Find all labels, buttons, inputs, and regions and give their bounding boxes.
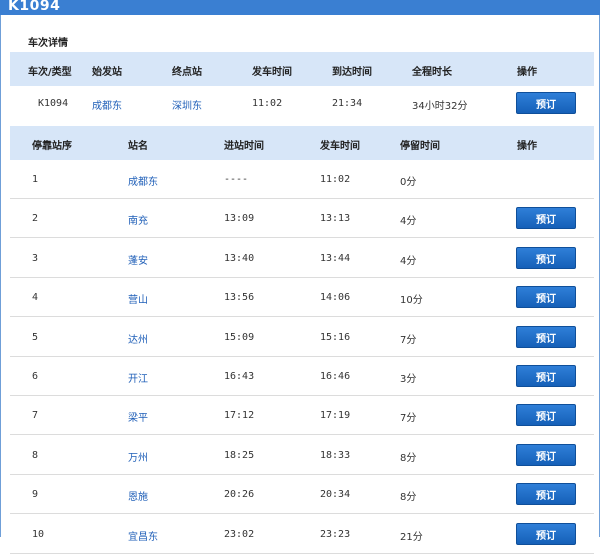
arrive-time: 13:40 [224, 253, 255, 264]
arrive-time: 17:12 [224, 410, 255, 421]
destination-link[interactable]: 深圳东 [172, 97, 202, 112]
stop-seq: 4 [32, 292, 39, 303]
stop-seq: 2 [32, 213, 39, 224]
book-button[interactable]: 预订 [516, 523, 576, 545]
stop-row: 10 宜昌东 23:02 23:23 21分 预订 [10, 515, 594, 554]
stop-seq: 6 [32, 371, 39, 382]
col-train-type: 车次/类型 [28, 67, 72, 78]
col-duration: 全程时长 [412, 67, 452, 78]
col-depart-time: 发车时间 [252, 67, 292, 78]
station-link[interactable]: 恩施 [128, 488, 148, 503]
col-action: 操作 [517, 67, 537, 78]
depart-time: 13:44 [320, 253, 351, 264]
depart-time: 17:19 [320, 410, 351, 421]
stop-seq: 5 [32, 332, 39, 343]
stay-time: 7分 [400, 335, 417, 346]
stay-time: 4分 [400, 256, 417, 267]
col-arrive: 进站时间 [224, 141, 264, 152]
duration: 34小时32分 [412, 101, 468, 112]
depart-time: 14:06 [320, 292, 351, 303]
stay-time: 21分 [400, 532, 423, 543]
station-link[interactable]: 开江 [128, 370, 148, 385]
stop-row: 8 万州 18:25 18:33 8分 预订 [10, 436, 594, 475]
col-stop-seq: 停靠站序 [32, 141, 72, 152]
arrive-time: 13:09 [224, 213, 255, 224]
arrive-time: 21:34 [332, 98, 363, 109]
stop-seq: 10 [32, 529, 45, 540]
stop-row: 2 南充 13:09 13:13 4分 预订 [10, 199, 594, 238]
arrive-time: 15:09 [224, 332, 255, 343]
book-button[interactable]: 预订 [516, 483, 576, 505]
stay-time: 8分 [400, 453, 417, 464]
stop-row: 1 成都东 ---- 11:02 0分 [10, 160, 594, 199]
station-link[interactable]: 达州 [128, 331, 148, 346]
arrive-time: 23:02 [224, 529, 255, 540]
book-button[interactable]: 预订 [516, 404, 576, 426]
col-stop-action: 操作 [517, 141, 537, 152]
arrive-time: 20:26 [224, 489, 255, 500]
depart-time: 20:34 [320, 489, 351, 500]
station-link[interactable]: 南充 [128, 212, 148, 227]
stop-seq: 8 [32, 450, 39, 461]
depart-time: 18:33 [320, 450, 351, 461]
depart-time: 23:23 [320, 529, 351, 540]
station-link[interactable]: 宜昌东 [128, 528, 158, 543]
stop-row: 3 蓬安 13:40 13:44 4分 预订 [10, 239, 594, 278]
stop-row: 7 梁平 17:12 17:19 7分 预订 [10, 396, 594, 435]
col-origin: 始发站 [92, 67, 122, 78]
station-link[interactable]: 梁平 [128, 409, 148, 424]
stop-row: 6 开江 16:43 16:46 3分 预订 [10, 357, 594, 396]
details-header: 车次/类型 始发站 终点站 发车时间 到达时间 全程时长 操作 [10, 52, 594, 86]
stay-time: 4分 [400, 216, 417, 227]
depart-time: 11:02 [252, 98, 283, 109]
train-number-title: K1094 [8, 0, 61, 14]
title-bar: K1094 [0, 0, 600, 15]
details-row: K1094 成都东 深圳东 11:02 21:34 34小时32分 预订 [10, 86, 594, 120]
book-button[interactable]: 预订 [516, 92, 576, 114]
stop-seq: 7 [32, 410, 39, 421]
arrive-time: 18:25 [224, 450, 255, 461]
col-arrive-time: 到达时间 [332, 67, 372, 78]
station-link[interactable]: 成都东 [128, 173, 158, 188]
stay-time: 0分 [400, 177, 417, 188]
train-no: K1094 [38, 98, 69, 109]
stay-time: 10分 [400, 295, 423, 306]
stop-row: 4 营山 13:56 14:06 10分 预订 [10, 278, 594, 317]
stops-header: 停靠站序 站名 进站时间 发车时间 停留时间 操作 [10, 126, 594, 160]
station-link[interactable]: 营山 [128, 291, 148, 306]
arrive-time: ---- [224, 174, 249, 185]
book-button[interactable]: 预订 [516, 326, 576, 348]
depart-time: 16:46 [320, 371, 351, 382]
depart-time: 13:13 [320, 213, 351, 224]
stay-time: 8分 [400, 492, 417, 503]
book-button[interactable]: 预订 [516, 247, 576, 269]
book-button[interactable]: 预订 [516, 286, 576, 308]
station-link[interactable]: 万州 [128, 449, 148, 464]
col-station: 站名 [128, 141, 148, 152]
stop-seq: 1 [32, 174, 39, 185]
book-button[interactable]: 预订 [516, 444, 576, 466]
book-button[interactable]: 预订 [516, 365, 576, 387]
depart-time: 15:16 [320, 332, 351, 343]
depart-time: 11:02 [320, 174, 351, 185]
arrive-time: 13:56 [224, 292, 255, 303]
stop-row: 5 达州 15:09 15:16 7分 预订 [10, 318, 594, 357]
stop-seq: 9 [32, 489, 39, 500]
stay-time: 7分 [400, 413, 417, 424]
stay-time: 3分 [400, 374, 417, 385]
section-title: 车次详情 [28, 38, 68, 49]
arrive-time: 16:43 [224, 371, 255, 382]
col-destination: 终点站 [172, 67, 202, 78]
col-depart: 发车时间 [320, 141, 360, 152]
stop-row: 9 恩施 20:26 20:34 8分 预订 [10, 475, 594, 514]
stop-seq: 3 [32, 253, 39, 264]
origin-link[interactable]: 成都东 [92, 97, 122, 112]
book-button[interactable]: 预订 [516, 207, 576, 229]
station-link[interactable]: 蓬安 [128, 252, 148, 267]
col-stay: 停留时间 [400, 141, 440, 152]
